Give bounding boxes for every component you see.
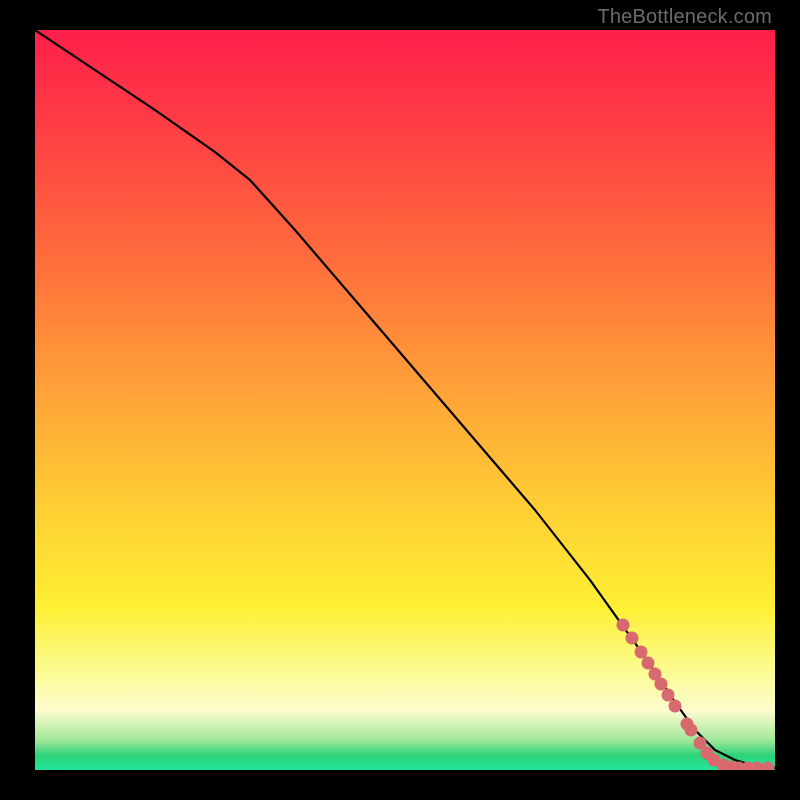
chart-stage: TheBottleneck.com <box>0 0 800 800</box>
chart-svg <box>35 30 775 770</box>
plot-area <box>35 30 775 770</box>
data-point <box>617 619 630 632</box>
data-point <box>626 632 639 645</box>
data-point <box>762 762 775 771</box>
data-point <box>669 700 682 713</box>
data-points-group <box>617 619 775 771</box>
attribution-text: TheBottleneck.com <box>597 6 772 29</box>
data-point <box>685 724 698 737</box>
data-point <box>642 657 655 670</box>
data-point <box>662 689 675 702</box>
data-point <box>635 646 648 659</box>
bottleneck-curve <box>35 30 775 768</box>
data-point <box>655 678 668 691</box>
